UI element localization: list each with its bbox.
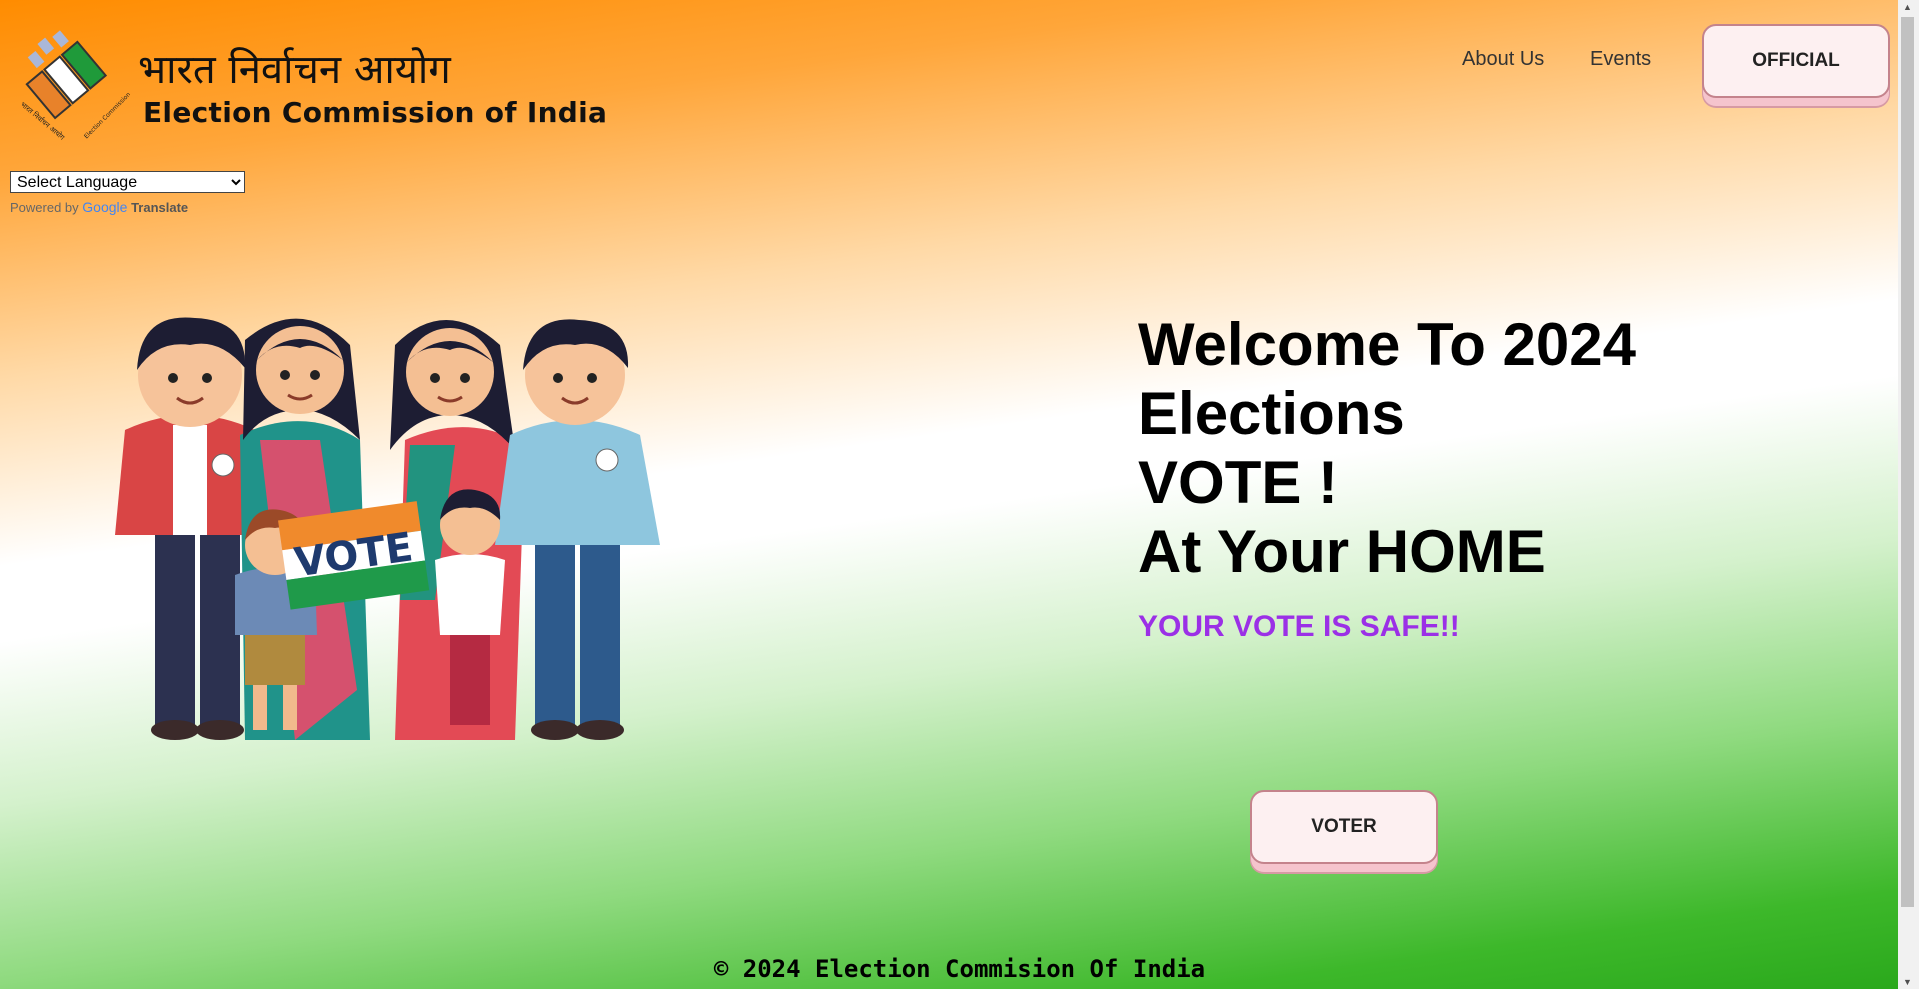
family-voting-illustration: VOTE xyxy=(115,317,660,740)
scrollbar-thumb[interactable] xyxy=(1901,17,1914,907)
page-scrollbar[interactable]: ▲ ▼ xyxy=(1898,0,1919,989)
hero-tagline: YOUR VOTE IS SAFE!! xyxy=(1138,610,1460,643)
nav-about-us[interactable]: About Us xyxy=(1462,48,1544,71)
brand-title-english: Election Commission of India xyxy=(143,96,608,129)
figure-man-right xyxy=(495,319,660,740)
official-button[interactable]: OFFICIAL xyxy=(1702,24,1890,98)
language-select[interactable]: Select Language xyxy=(10,171,245,193)
hero-heading: Welcome To 2024 Elections VOTE ! At Your… xyxy=(1138,310,1636,586)
hero-line-3: VOTE ! xyxy=(1138,449,1339,516)
footer-copyright: © 2024 Election Commision Of India xyxy=(713,955,1206,983)
powered-by-text: Powered by xyxy=(10,200,79,215)
hero-line-4: At Your HOME xyxy=(1138,518,1546,585)
powered-by-google-translate: Powered by Google Translate xyxy=(10,199,188,215)
hero-line-2: Elections xyxy=(1138,380,1405,447)
google-logo: Google xyxy=(82,199,128,215)
page: भारत निर्वाचन आयोग Election Commission o… xyxy=(0,0,1898,989)
translate-link[interactable]: Translate xyxy=(131,200,188,215)
eci-logo: भारत निर्वाचन आयोग Election Commission o… xyxy=(19,30,130,142)
hero-line-1: Welcome To 2024 xyxy=(1138,311,1636,378)
voter-button[interactable]: VOTER xyxy=(1250,790,1438,864)
nav-events[interactable]: Events xyxy=(1590,48,1651,71)
scroll-down-arrow-icon[interactable]: ▼ xyxy=(1903,977,1912,987)
brand-title-hindi: भारत निर्वाचन आयोग xyxy=(138,47,451,93)
scroll-up-arrow-icon[interactable]: ▲ xyxy=(1903,2,1912,12)
